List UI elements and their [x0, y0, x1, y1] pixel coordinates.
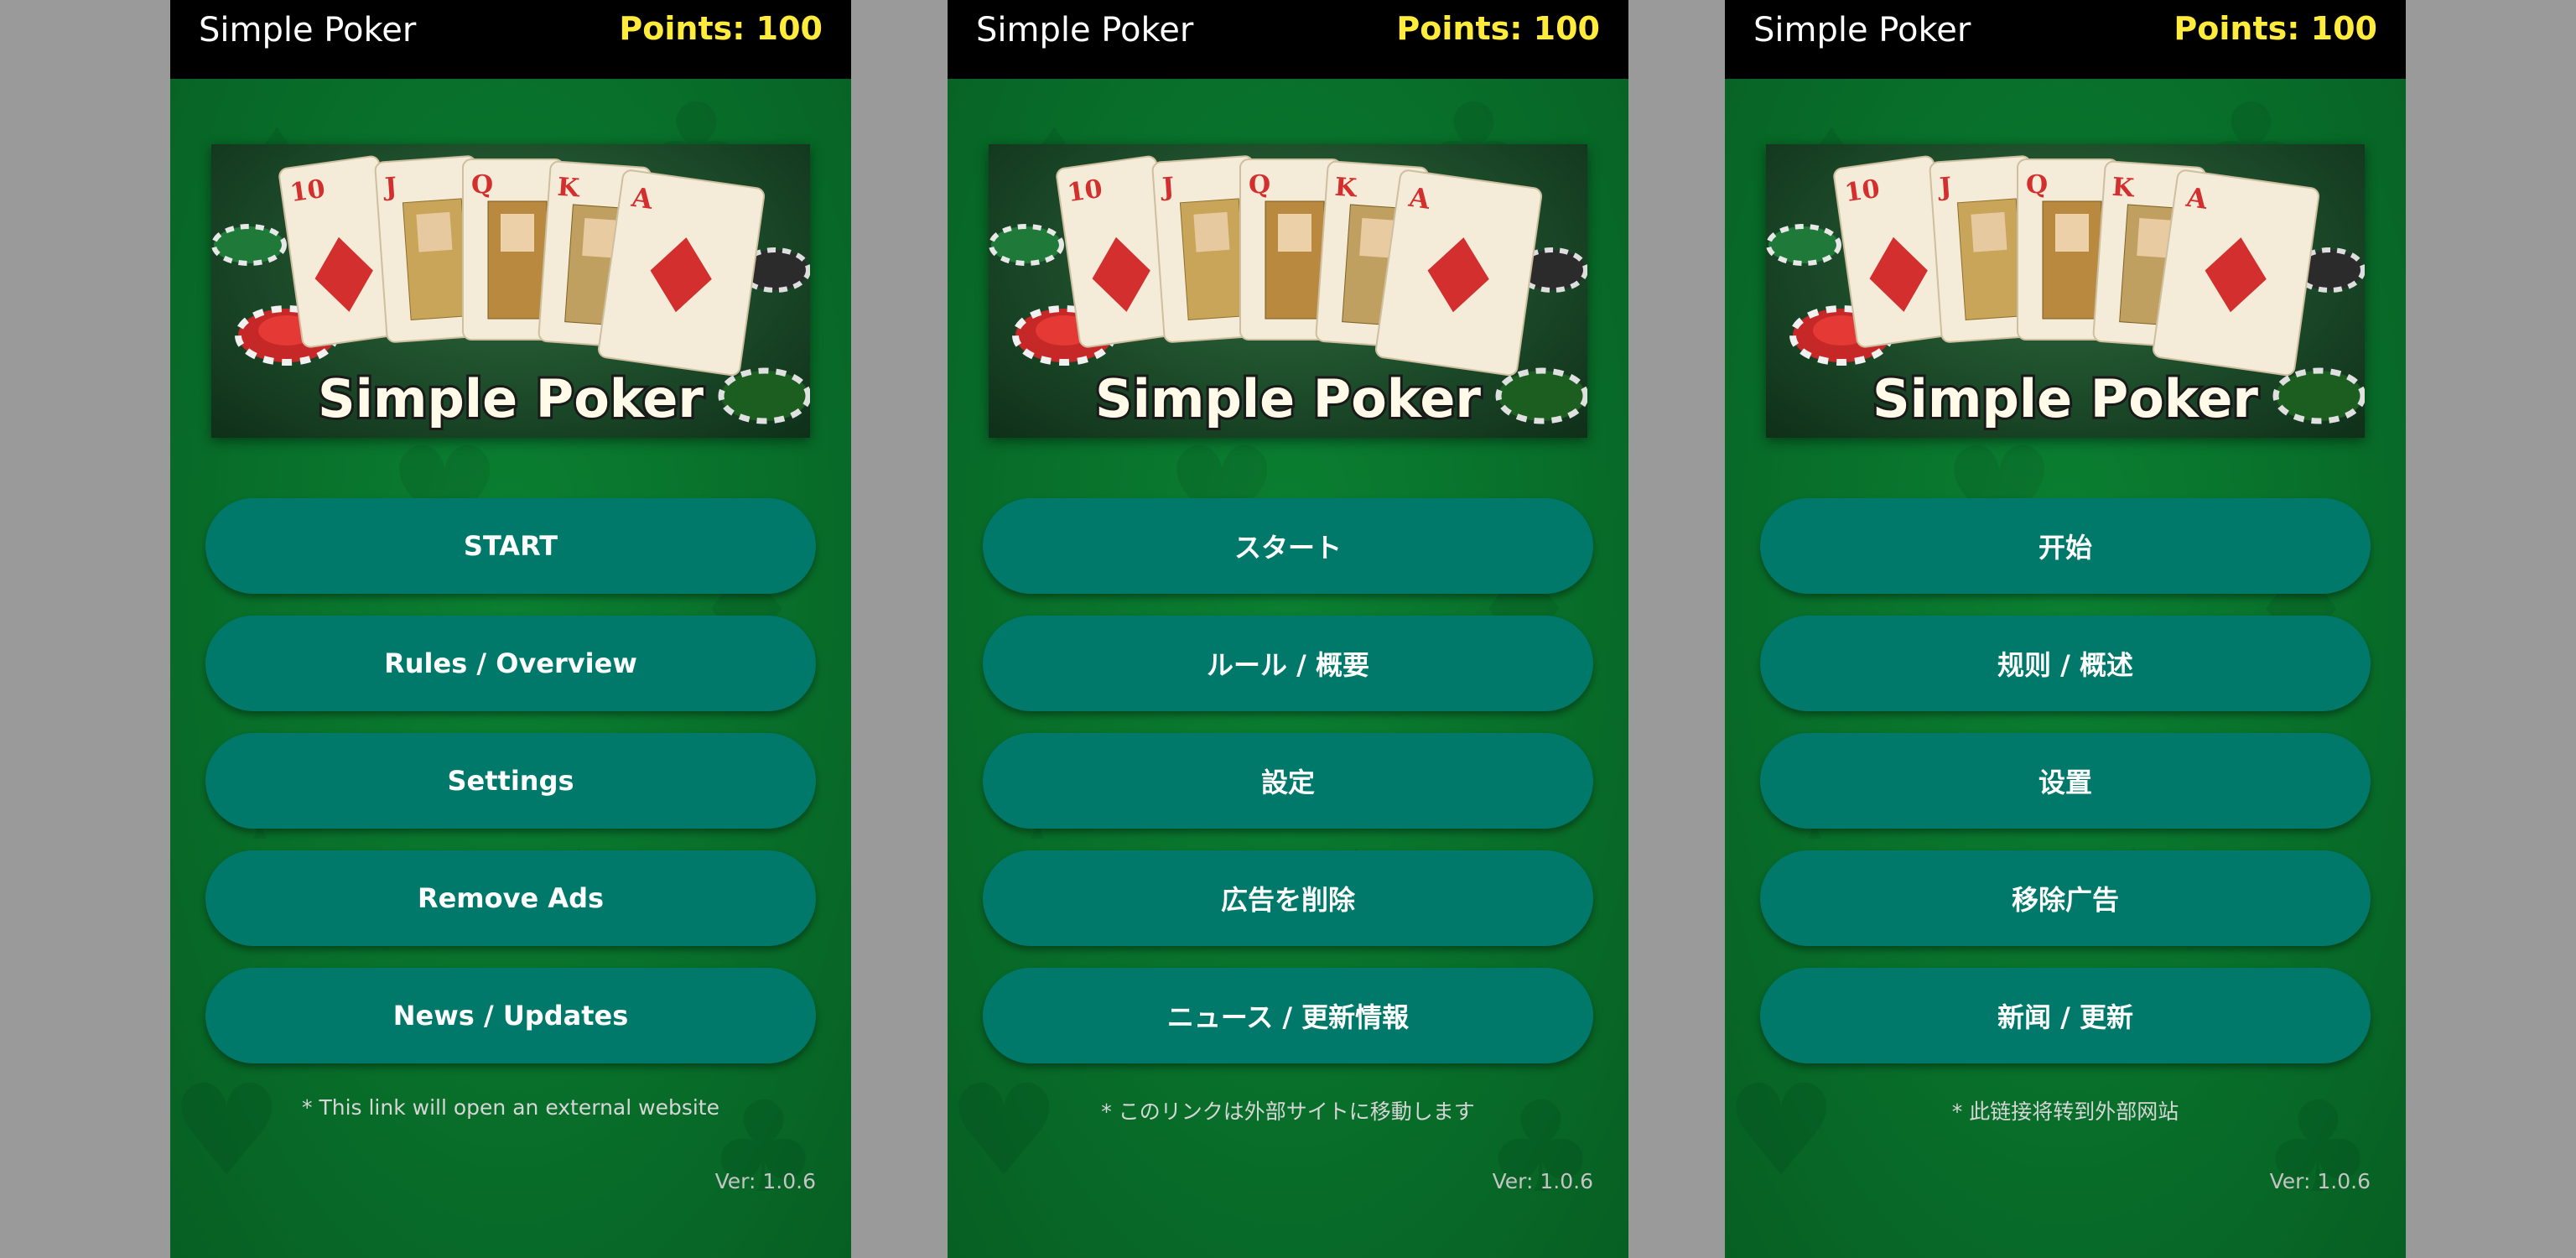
points-display: Points: 100 [2174, 10, 2377, 47]
external-link-note: * This link will open an external websit… [302, 1095, 719, 1120]
poker-cards-chips-illustration: 10 J Q K A Simple Poker [1766, 155, 2366, 432]
app-title: Simple Poker [199, 11, 417, 49]
svg-text:Q: Q [471, 170, 493, 200]
svg-text:10: 10 [288, 174, 327, 208]
poker-cards-chips-illustration: 10 J Q K A Simple Poker [989, 155, 1589, 432]
poker-banner-image: 10 J Q K A Simple Poker [211, 144, 812, 438]
poker-banner-image: 10 J Q K A Simple Poker [989, 144, 1589, 438]
phone-screen-chinese: ♠♣ ♥♦ ♣♠ ♥♣ Simple Poker Points: 100 10 [1725, 0, 2406, 1258]
top-bar: Simple Poker Points: 100 [948, 0, 1628, 79]
settings-button[interactable]: 设置 [1760, 733, 2371, 829]
phone-screen-english: ♠♣ ♥♦ ♣♠ ♥♣ Simple Poker Points: 100 10 [170, 0, 851, 1258]
playing-cards-10-to-ace: 10 J Q K A [1056, 155, 1543, 377]
banner-title-text: Simple Poker [1872, 368, 2258, 429]
banner-title-text: Simple Poker [1095, 368, 1481, 429]
start-button[interactable]: 开始 [1760, 498, 2371, 594]
external-link-note: * 此链接将转到外部网站 [1951, 1099, 2179, 1124]
playing-cards-10-to-ace: 10 J Q K A [1833, 155, 2320, 377]
svg-text:K: K [1334, 173, 1358, 204]
news-updates-button[interactable]: ニュース / 更新情報 [983, 968, 1593, 1063]
rules-overview-button[interactable]: ルール / 概要 [983, 616, 1593, 711]
settings-button[interactable]: Settings [205, 733, 816, 829]
rules-overview-button[interactable]: 规则 / 概述 [1760, 616, 2371, 711]
start-button[interactable]: スタート [983, 498, 1593, 594]
rules-overview-button[interactable]: Rules / Overview [205, 616, 816, 711]
svg-text:K: K [557, 173, 581, 204]
points-display: Points: 100 [619, 10, 823, 47]
version-label: Ver: 1.0.6 [2269, 1169, 2371, 1193]
banner-title-text: Simple Poker [318, 368, 704, 429]
start-button[interactable]: START [205, 498, 816, 594]
version-label: Ver: 1.0.6 [714, 1169, 816, 1193]
remove-ads-button[interactable]: 広告を削除 [983, 850, 1593, 946]
svg-text:Q: Q [1249, 170, 1270, 200]
points-display: Points: 100 [1396, 10, 1600, 47]
top-bar: Simple Poker Points: 100 [1725, 0, 2406, 79]
remove-ads-button[interactable]: 移除广告 [1760, 850, 2371, 946]
external-link-note: * このリンクは外部サイトに移動します [1101, 1099, 1475, 1124]
svg-text:10: 10 [1843, 174, 1882, 208]
version-label: Ver: 1.0.6 [1492, 1169, 1593, 1193]
app-title: Simple Poker [1753, 11, 1971, 49]
svg-text:Q: Q [2026, 170, 2048, 200]
poker-banner-image: 10 J Q K A Simple Poker [1766, 144, 2366, 438]
svg-text:K: K [2111, 173, 2136, 204]
remove-ads-button[interactable]: Remove Ads [205, 850, 816, 946]
news-updates-button[interactable]: 新闻 / 更新 [1760, 968, 2371, 1063]
playing-cards-10-to-ace: 10 J Q K A [278, 155, 766, 377]
top-bar: Simple Poker Points: 100 [170, 0, 851, 79]
phone-screen-japanese: ♠♣ ♥♦ ♣♠ ♥♣ Simple Poker Points: 100 10 [948, 0, 1628, 1258]
svg-text:10: 10 [1066, 174, 1104, 208]
settings-button[interactable]: 設定 [983, 733, 1593, 829]
poker-cards-chips-illustration: 10 J Q K A Simple Poker [211, 155, 812, 432]
news-updates-button[interactable]: News / Updates [205, 968, 816, 1063]
app-title: Simple Poker [976, 11, 1194, 49]
